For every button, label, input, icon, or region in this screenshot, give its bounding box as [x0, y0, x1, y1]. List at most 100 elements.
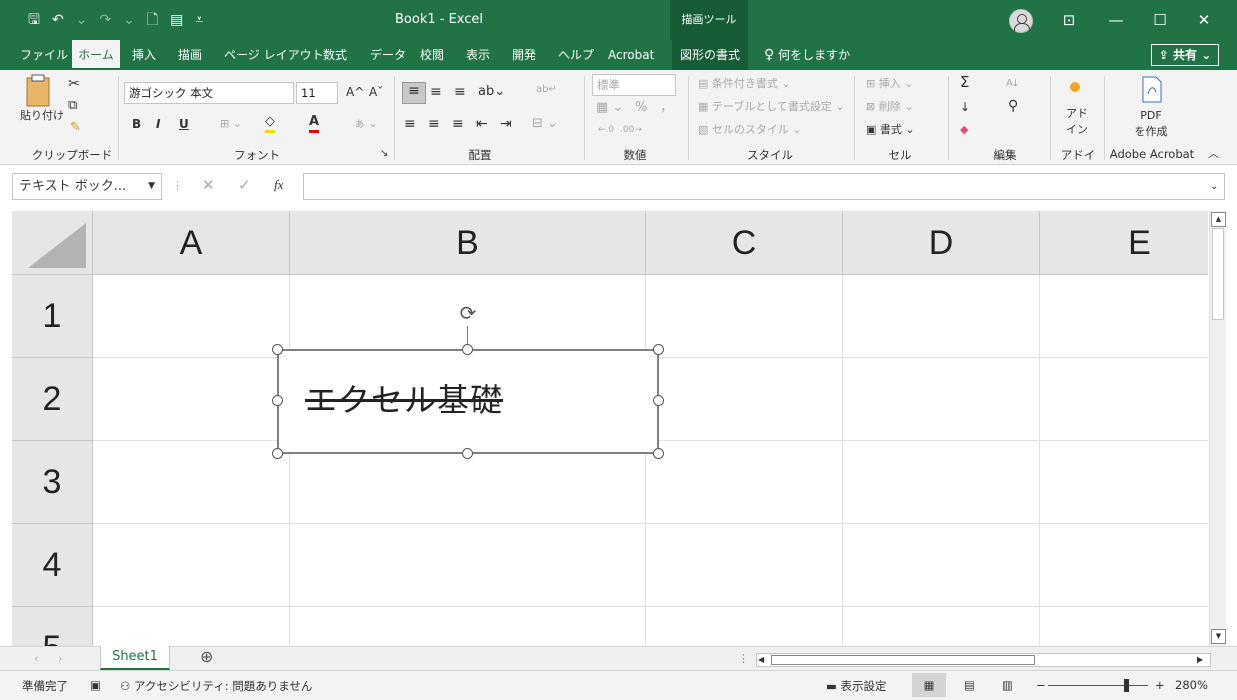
resize-handle-left[interactable]: [272, 395, 283, 406]
insert-cells-button[interactable]: ⊞ 挿入 ⌄: [866, 76, 913, 92]
tab-page-layout[interactable]: ページ レイアウト: [220, 40, 328, 70]
tab-file[interactable]: ファイル: [16, 40, 72, 70]
prev-sheet-icon[interactable]: ‹: [34, 651, 38, 667]
name-box[interactable]: テキスト ボック... ▼: [12, 173, 162, 200]
text-box-text[interactable]: エクセル基礎: [305, 375, 503, 421]
fill-icon[interactable]: ↓: [960, 99, 970, 115]
horizontal-scrollbar[interactable]: ◀ ▶: [756, 653, 1211, 667]
resize-handle-bottom-right[interactable]: [653, 448, 664, 459]
tell-me-search[interactable]: ♀ 何をしますか: [760, 40, 854, 70]
middle-align-icon[interactable]: ≡: [430, 84, 442, 100]
redo-dropdown-icon[interactable]: ⌄: [123, 11, 135, 29]
customize-qat-icon[interactable]: ⩡: [195, 11, 203, 29]
account-avatar-icon[interactable]: [1009, 9, 1033, 33]
normal-view-icon[interactable]: ▦: [912, 673, 946, 697]
copy-icon[interactable]: ⧉: [68, 98, 77, 114]
tab-shape-format[interactable]: 図形の書式: [672, 40, 748, 70]
row-header-2[interactable]: 2: [12, 358, 93, 441]
sort-filter-icon[interactable]: Aↆ: [1006, 76, 1018, 92]
sheet-tab-sheet1[interactable]: Sheet1: [100, 646, 170, 670]
scroll-down-icon[interactable]: ▼: [1211, 629, 1226, 644]
insert-function-icon[interactable]: fx: [274, 177, 283, 193]
tab-acrobat[interactable]: Acrobat: [604, 40, 658, 70]
column-header-c[interactable]: C: [646, 211, 843, 275]
tab-data[interactable]: データ: [366, 40, 410, 70]
redo-icon[interactable]: ↷: [99, 11, 111, 29]
number-format-select[interactable]: 標準: [592, 74, 676, 96]
expand-formula-bar-icon[interactable]: ⌄: [1210, 179, 1218, 195]
cancel-icon[interactable]: ✕: [202, 177, 215, 193]
shrink-font-icon[interactable]: Aˇ: [369, 84, 383, 100]
decrease-decimal-icon[interactable]: .00→: [620, 122, 642, 138]
row-header-1[interactable]: 1: [12, 275, 93, 358]
resize-handle-bottom[interactable]: [462, 448, 473, 459]
resize-handle-bottom-left[interactable]: [272, 448, 283, 459]
merge-center-icon[interactable]: ⊟ ⌄: [532, 116, 558, 132]
form-icon[interactable]: ▤: [170, 11, 183, 29]
undo-dropdown-icon[interactable]: ⌄: [76, 11, 88, 29]
cell-styles-button[interactable]: ▧ セルのスタイル ⌄: [698, 122, 802, 138]
borders-icon[interactable]: ⊞ ⌄: [220, 116, 242, 132]
tab-draw[interactable]: 描画: [174, 40, 206, 70]
tab-view[interactable]: 表示: [462, 40, 494, 70]
resize-handle-right[interactable]: [653, 395, 664, 406]
cut-icon[interactable]: ✂: [68, 76, 80, 92]
enter-icon[interactable]: ✓: [238, 177, 251, 193]
comma-icon[interactable]: ，: [660, 100, 673, 116]
underline-button[interactable]: U: [179, 116, 189, 132]
row-header-5[interactable]: 5: [12, 607, 93, 646]
display-settings-button[interactable]: ▬ 表示設定: [826, 678, 887, 694]
tab-review[interactable]: 校閲: [416, 40, 448, 70]
find-select-icon[interactable]: ⚲: [1008, 98, 1018, 114]
undo-icon[interactable]: ↶: [52, 11, 64, 29]
minimize-button[interactable]: —: [1094, 0, 1138, 40]
resize-handle-top-right[interactable]: [653, 344, 664, 355]
orientation-icon[interactable]: ab⌄: [478, 84, 505, 100]
addins-icon[interactable]: [1070, 82, 1080, 92]
column-header-d[interactable]: D: [843, 211, 1040, 275]
close-button[interactable]: ✕: [1182, 0, 1226, 40]
align-left-icon[interactable]: ≡: [404, 116, 416, 132]
next-sheet-icon[interactable]: ›: [58, 651, 62, 667]
vertical-scrollbar[interactable]: ▲ ▼: [1209, 211, 1226, 646]
share-button[interactable]: ⇪ 共有 ⌄: [1151, 44, 1219, 66]
column-header-b[interactable]: B: [290, 211, 646, 275]
add-sheet-icon[interactable]: ⊕: [200, 649, 213, 665]
align-center-icon[interactable]: ≡: [428, 116, 440, 132]
addins-button[interactable]: アド イン: [1066, 106, 1088, 138]
row-header-4[interactable]: 4: [12, 524, 93, 607]
font-color-icon[interactable]: A: [309, 114, 320, 133]
italic-button[interactable]: I: [156, 116, 160, 132]
column-header-a[interactable]: A: [93, 211, 290, 275]
resize-handle-top-left[interactable]: [272, 344, 283, 355]
font-size-select[interactable]: 11: [296, 82, 338, 104]
scroll-right-icon[interactable]: ▶: [1197, 652, 1203, 668]
page-break-view-icon[interactable]: ▥: [1002, 678, 1013, 692]
maximize-button[interactable]: ☐: [1138, 0, 1182, 40]
grow-font-icon[interactable]: A^: [346, 84, 364, 100]
print-preview-icon[interactable]: 🗋: [147, 11, 158, 29]
macro-record-icon[interactable]: ▣: [90, 678, 101, 692]
conditional-formatting-button[interactable]: ▤ 条件付き書式 ⌄: [698, 76, 791, 92]
tab-help[interactable]: ヘルプ: [554, 40, 598, 70]
zoom-in-button[interactable]: +: [1155, 678, 1165, 692]
wrap-text-icon[interactable]: ab↵: [536, 82, 557, 98]
bottom-align-icon[interactable]: ≡: [454, 84, 466, 100]
increase-decimal-icon[interactable]: ←.0: [598, 122, 614, 138]
column-header-e[interactable]: E: [1040, 211, 1208, 275]
top-align-icon[interactable]: ≡: [402, 82, 426, 104]
scroll-left-icon[interactable]: ◀: [758, 652, 764, 668]
autosum-icon[interactable]: Σ: [960, 74, 969, 90]
scroll-split-handle[interactable]: ⋮: [738, 651, 749, 667]
format-as-table-button[interactable]: ▦ テーブルとして書式設定 ⌄: [698, 99, 845, 115]
percent-icon[interactable]: %: [635, 100, 647, 116]
pdf-icon[interactable]: [1140, 76, 1164, 109]
save-icon[interactable]: 🖫: [28, 11, 40, 29]
row-header-3[interactable]: 3: [12, 441, 93, 524]
font-dialog-launcher-icon[interactable]: ↘: [380, 146, 388, 162]
phonetic-icon[interactable]: ぁ ⌄: [354, 116, 378, 132]
fill-color-icon[interactable]: ◇: [265, 114, 275, 133]
decrease-indent-icon[interactable]: ⇤: [476, 116, 488, 132]
select-all-corner[interactable]: [12, 211, 93, 275]
accessibility-status[interactable]: ⚇ アクセシビリティ: 問題ありません: [120, 678, 312, 694]
